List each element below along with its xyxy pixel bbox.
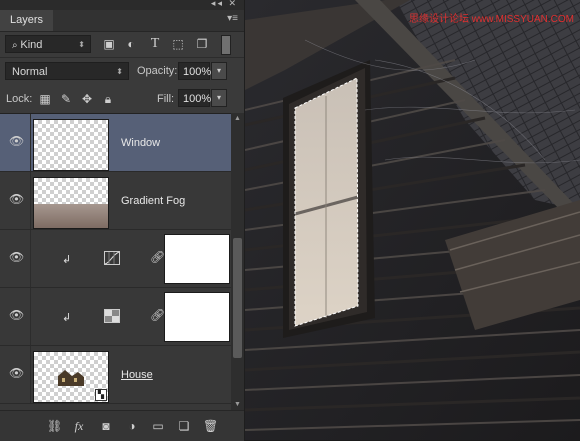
- house-thumbnail-image: [58, 370, 84, 386]
- new-adjustment-icon[interactable]: ◑: [125, 419, 139, 433]
- delete-layer-icon[interactable]: 🗑︎: [203, 419, 218, 433]
- eye-icon[interactable]: 👁︎: [9, 193, 24, 205]
- lock-position-icon[interactable]: ✥: [80, 92, 94, 106]
- new-layer-icon[interactable]: ❏: [177, 419, 191, 433]
- add-mask-icon[interactable]: ◙: [99, 419, 113, 433]
- kind-label: Kind: [20, 39, 43, 51]
- haunted-house-image: [245, 0, 580, 440]
- image-filter-icon[interactable]: ▣: [102, 37, 116, 51]
- fill-slider-button[interactable]: ▾: [211, 89, 227, 107]
- layer-row-levels-adjustment[interactable]: 👁︎ ↲ 🔗︎: [0, 288, 231, 346]
- layer-row-gradient-fog[interactable]: 👁︎ Gradient Fog: [0, 172, 231, 230]
- layers-list: 👁︎ Window 👁︎ Gradient Fog 👁︎ ↲ 🔗︎ 👁︎ ↲ 🔗…: [0, 113, 231, 411]
- layer-thumbnail: [33, 119, 109, 171]
- layer-row-window[interactable]: 👁︎ Window: [0, 114, 231, 172]
- fx-icon[interactable]: fx: [72, 419, 86, 434]
- smart-object-filter-icon[interactable]: ❐: [195, 37, 209, 51]
- blend-mode-value: Normal: [12, 66, 48, 78]
- new-group-icon[interactable]: ▭: [151, 419, 165, 433]
- clipping-arrow-icon: ↲: [62, 254, 72, 266]
- fill-input[interactable]: 100%: [178, 89, 211, 107]
- lock-image-icon[interactable]: ✎: [59, 92, 73, 106]
- mask-link-icon[interactable]: 🔗︎: [150, 308, 165, 322]
- chevron-updown-icon: ⬍: [78, 40, 85, 49]
- layer-mask-thumbnail[interactable]: [164, 234, 230, 284]
- panel-tab-bar: Layers ▾≡: [0, 10, 244, 32]
- opacity-label: Opacity:: [137, 65, 178, 77]
- adjustment-filter-icon[interactable]: ◐: [124, 37, 138, 51]
- curves-adjustment-icon: [104, 251, 120, 265]
- layer-name[interactable]: Gradient Fog: [121, 195, 185, 207]
- link-layers-icon[interactable]: ⛓: [47, 419, 62, 433]
- layer-name[interactable]: Window: [121, 137, 160, 149]
- eye-icon[interactable]: 👁︎: [9, 309, 24, 321]
- filter-toggle[interactable]: [221, 35, 231, 55]
- eye-icon[interactable]: 👁︎: [9, 135, 24, 147]
- eye-icon[interactable]: 👁︎: [9, 367, 24, 379]
- layer-mask-thumbnail[interactable]: [164, 292, 230, 342]
- layers-bottom-toolbar: ⛓ fx ◙ ◑ ▭ ❏ 🗑︎: [0, 410, 244, 441]
- tab-layers[interactable]: Layers: [0, 10, 54, 31]
- type-filter-icon[interactable]: T: [148, 37, 162, 51]
- levels-adjustment-icon: [104, 309, 120, 323]
- scroll-up-icon[interactable]: ▲: [234, 115, 241, 122]
- blend-mode-select[interactable]: Normal ⬍: [5, 62, 129, 80]
- layer-row-curves-adjustment[interactable]: 👁︎ ↲ 🔗︎: [0, 230, 231, 288]
- collapse-icon[interactable]: ◂◂ ✕: [211, 0, 238, 9]
- watermark-text: 思缘设计论坛 www.MISSYUAN.COM: [408, 14, 574, 25]
- layers-panel: ◂◂ ✕ Layers ▾≡ ⌕ Kind ⬍ ▣ ◐ T ⬚ ❐ Normal…: [0, 0, 245, 441]
- opacity-slider-button[interactable]: ▾: [211, 62, 227, 80]
- panel-menu-icon[interactable]: ▾≡: [227, 13, 238, 24]
- document-canvas[interactable]: 思缘设计论坛 www.MISSYUAN.COM: [245, 0, 580, 440]
- lock-label: Lock:: [6, 93, 33, 105]
- opacity-input[interactable]: 100%: [178, 62, 211, 80]
- panel-top-strip: ◂◂ ✕: [0, 0, 244, 10]
- shape-filter-icon[interactable]: ⬚: [171, 37, 185, 51]
- layers-scrollbar[interactable]: ▲ ▼: [231, 113, 244, 410]
- eye-icon[interactable]: 👁︎: [9, 251, 24, 263]
- clipping-arrow-icon: ↲: [62, 312, 72, 324]
- kind-filter-select[interactable]: ⌕ Kind ⬍: [5, 35, 91, 53]
- lock-transparent-icon[interactable]: ▦: [38, 92, 52, 106]
- layer-thumbnail: [33, 177, 109, 229]
- smart-object-badge-icon: ▚: [95, 389, 107, 401]
- scroll-down-icon[interactable]: ▼: [234, 401, 241, 408]
- chevron-updown-icon: ⬍: [116, 67, 123, 76]
- layer-row-house[interactable]: 👁︎ ▚ House: [0, 346, 231, 404]
- mask-link-icon[interactable]: 🔗︎: [150, 250, 165, 264]
- fill-label: Fill:: [157, 93, 175, 105]
- layer-thumbnail: ▚: [33, 351, 109, 403]
- layer-name[interactable]: House: [121, 369, 153, 381]
- scrollbar-thumb[interactable]: [233, 238, 242, 358]
- lock-all-icon[interactable]: 🔒︎: [101, 92, 115, 106]
